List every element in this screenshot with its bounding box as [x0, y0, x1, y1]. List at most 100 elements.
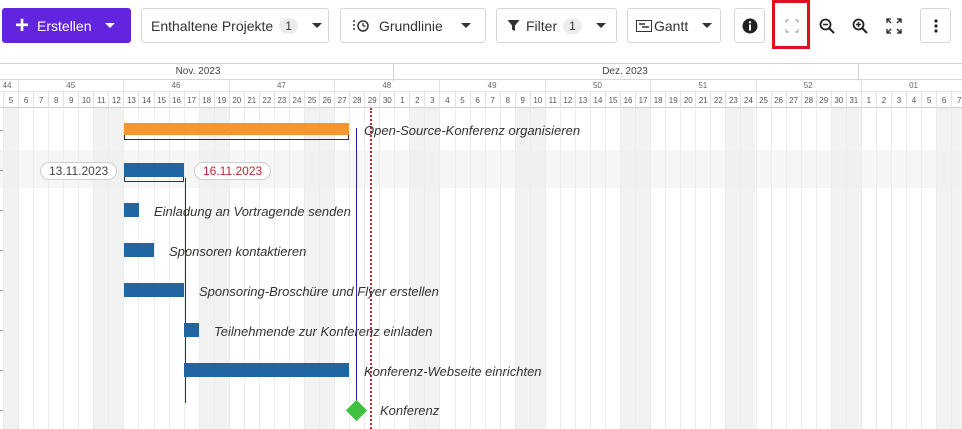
day-cell: 10 — [529, 92, 545, 108]
chevron-down-icon — [595, 23, 606, 28]
day-cell: 8 — [499, 92, 515, 108]
row-marker — [0, 290, 3, 291]
zoom-in-icon — [852, 18, 868, 34]
row-marker — [0, 250, 3, 251]
row-marker — [0, 330, 3, 331]
week-label: 48 — [382, 81, 392, 90]
gantt-chart-area: Open-Source-Konferenz organisieren 13.11… — [0, 108, 962, 429]
day-cell: 19 — [213, 92, 229, 108]
week-label: 45 — [66, 81, 76, 90]
day-cell: 6 — [18, 92, 33, 108]
day-cell: 22 — [710, 92, 725, 108]
day-cell: 11 — [93, 92, 108, 108]
day-cell: 26 — [319, 92, 334, 108]
day-cell: 18 — [198, 92, 214, 108]
plus-icon: + — [15, 11, 30, 39]
included-projects-button[interactable]: Enthaltene Projekte 1 — [141, 8, 329, 43]
day-cell: 13 — [574, 92, 590, 108]
day-cell: 6 — [936, 92, 951, 108]
week-separator — [123, 80, 125, 92]
create-button[interactable]: + Erstellen — [2, 8, 131, 43]
end-date-badge: 16.11.2023 — [194, 162, 272, 180]
task-bar[interactable] — [184, 323, 199, 337]
day-cell: 7 — [951, 92, 962, 108]
day-cell: 15 — [153, 92, 169, 108]
day-cell: 22 — [258, 92, 274, 108]
day-cell: 11 — [544, 92, 560, 108]
week-separator — [18, 80, 20, 92]
day-cell: 4 — [906, 92, 921, 108]
day-cell: 5 — [921, 92, 936, 108]
day-cell: 27 — [334, 92, 349, 108]
day-cell: 16 — [168, 92, 184, 108]
week-label: 51 — [698, 81, 708, 90]
included-projects-label: Enthaltene Projekte — [151, 17, 274, 34]
view-mode-label: Gantt — [654, 17, 689, 34]
day-cell: 29 — [364, 92, 379, 108]
zoom-in-button[interactable] — [844, 8, 875, 43]
row-marker — [0, 210, 3, 211]
day-cell: 15 — [605, 92, 620, 108]
filter-button[interactable]: Filter 1 — [496, 8, 617, 43]
week-label: 47 — [276, 81, 286, 90]
baseline-label: Grundlinie — [379, 17, 443, 34]
week-separator — [860, 80, 862, 92]
selected-bracket — [124, 177, 184, 182]
day-cell: 12 — [108, 92, 123, 108]
week-label: 46 — [171, 81, 181, 90]
task-label: Einladung an Vortragende senden — [154, 204, 351, 219]
info-button[interactable] — [734, 8, 765, 43]
create-button-label: Erstellen — [37, 17, 92, 34]
row-marker — [0, 130, 3, 131]
day-cell: 14 — [138, 92, 153, 108]
view-mode-button[interactable]: Gantt — [627, 8, 721, 43]
day-cell: 9 — [514, 92, 530, 108]
day-cell: 12 — [559, 92, 575, 108]
task-bar[interactable] — [124, 203, 139, 217]
task-bar-selected[interactable] — [124, 163, 184, 177]
task-bar[interactable] — [124, 283, 184, 297]
day-row: 5 6 7 8 9 10 11 12 13 14 15 16 17 18 19 20 21 22 23 24 25 26 2… — [0, 92, 962, 108]
baseline-icon — [353, 19, 369, 33]
row-marker — [0, 410, 3, 411]
day-cell: 19 — [665, 92, 680, 108]
task-bar[interactable] — [184, 363, 349, 377]
day-cell: 4 — [439, 92, 454, 108]
chevron-down-icon — [702, 23, 713, 28]
zoom-out-icon — [819, 18, 835, 34]
toolbar: + Erstellen Enthaltene Projekte 1 Grundl… — [0, 0, 962, 56]
filter-icon — [507, 19, 520, 32]
day-cell: 7 — [33, 92, 48, 108]
day-cell: 17 — [183, 92, 199, 108]
filter-count: 1 — [563, 17, 582, 34]
day-cell: 21 — [695, 92, 710, 108]
summary-bracket — [124, 135, 349, 140]
day-cell: 2 — [875, 92, 891, 108]
more-options-button[interactable] — [920, 8, 951, 43]
task-label: Open-Source-Konferenz organisieren — [364, 123, 581, 138]
fullscreen-button[interactable] — [878, 8, 909, 43]
day-cell: 30 — [830, 92, 846, 108]
task-bar[interactable] — [124, 243, 154, 257]
day-cell: 20 — [228, 92, 244, 108]
day-cell: 9 — [63, 92, 78, 108]
task-label: Teilnehmende zur Konferenz einladen — [214, 324, 433, 339]
month-label: Dez. 2023 — [602, 66, 648, 77]
day-cell: 31 — [845, 92, 861, 108]
summary-bar[interactable] — [124, 123, 349, 135]
info-icon — [742, 18, 758, 34]
day-cell: 2 — [409, 92, 424, 108]
week-label: 52 — [803, 81, 813, 90]
day-cell: 23 — [273, 92, 289, 108]
day-cell: 24 — [288, 92, 304, 108]
day-cell: 30 — [379, 92, 394, 108]
zoom-out-button[interactable] — [811, 8, 842, 43]
timeline-header: Nov. 2023 Dez. 2023 44 45 46 47 48 49 50 51 52 01… — [0, 63, 962, 108]
day-cell: 29 — [815, 92, 831, 108]
week-label: 49 — [487, 81, 497, 90]
week-row: 44 45 46 47 48 49 50 51 52 01 — [0, 80, 962, 92]
day-cell: 7 — [484, 92, 500, 108]
baseline-button[interactable]: Grundlinie — [340, 8, 486, 43]
day-cell: 1 — [860, 92, 876, 108]
day-cell: 3 — [424, 92, 439, 108]
